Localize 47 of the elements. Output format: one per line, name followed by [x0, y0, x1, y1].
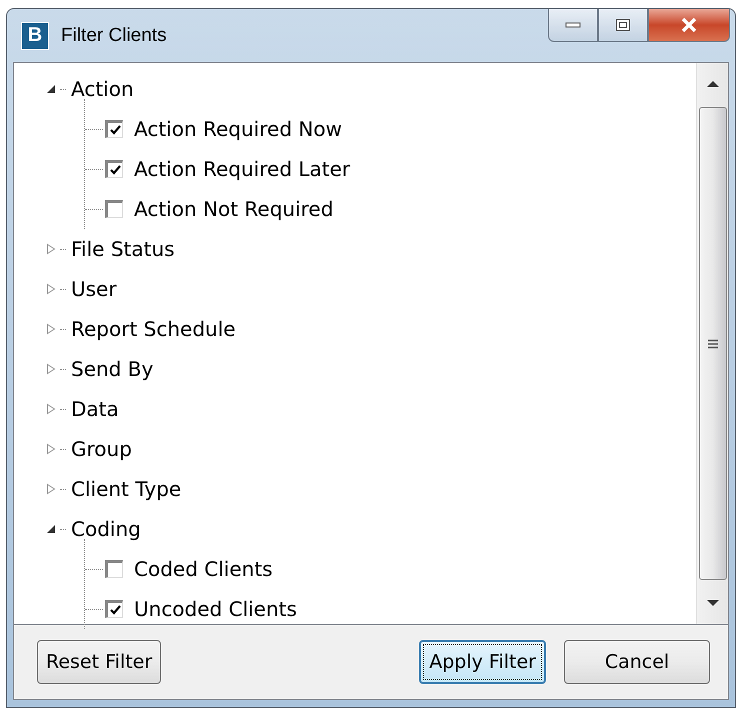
close-button[interactable] — [648, 9, 730, 42]
tree-group[interactable]: Coding — [71, 517, 141, 541]
maximize-icon — [615, 18, 631, 32]
dialog-button[interactable]: Apply Filter — [419, 640, 546, 684]
collapsed-icon[interactable] — [46, 483, 56, 495]
grip-icon — [706, 338, 718, 348]
collapsed-icon[interactable] — [46, 243, 56, 255]
check-icon — [110, 165, 120, 175]
checkbox-label[interactable]: Action Required Now — [134, 117, 342, 141]
scroll-up-icon[interactable] — [706, 79, 720, 89]
checkbox-label[interactable]: Uncoded Clients — [134, 597, 297, 621]
checkbox[interactable] — [105, 600, 123, 618]
check-icon — [110, 605, 120, 615]
minimize-button[interactable] — [548, 9, 598, 42]
minimize-icon — [565, 21, 581, 29]
window-title: Filter Clients — [61, 24, 167, 46]
close-icon — [679, 17, 699, 33]
tree-group[interactable]: Data — [71, 397, 119, 421]
tree-group[interactable]: Send By — [71, 357, 154, 381]
expanded-icon[interactable] — [46, 523, 56, 535]
tree-group[interactable]: File Status — [71, 237, 175, 261]
check-icon — [110, 125, 120, 135]
dialog-button[interactable]: Cancel — [564, 640, 710, 684]
dialog-button[interactable]: Reset Filter — [37, 640, 162, 684]
checkbox[interactable] — [105, 160, 123, 178]
collapsed-icon[interactable] — [46, 323, 56, 335]
checkbox[interactable] — [105, 200, 123, 218]
collapsed-icon[interactable] — [46, 443, 56, 455]
tree-group[interactable]: Report Schedule — [71, 317, 236, 341]
checkbox-label[interactable]: Coded Clients — [134, 557, 273, 581]
scrollbar[interactable] — [696, 63, 728, 624]
app-logo: B — [21, 22, 49, 50]
tree-group[interactable]: Group — [71, 437, 132, 461]
collapsed-icon[interactable] — [46, 363, 56, 375]
scroll-down-icon[interactable] — [706, 598, 720, 608]
maximize-button[interactable] — [598, 9, 648, 42]
checkbox-label[interactable]: Action Required Later — [134, 157, 350, 181]
checkbox-label[interactable]: Action Not Required — [134, 197, 334, 221]
checkbox[interactable] — [105, 560, 123, 578]
tree-group[interactable]: User — [71, 277, 117, 301]
collapsed-icon[interactable] — [46, 403, 56, 415]
tree-group[interactable]: Action — [71, 77, 134, 101]
tree-group[interactable]: Client Type — [71, 477, 182, 501]
checkbox[interactable] — [105, 120, 123, 138]
collapsed-icon[interactable] — [46, 283, 56, 295]
scrollbar-thumb[interactable] — [698, 107, 726, 580]
expanded-icon[interactable] — [46, 83, 56, 95]
